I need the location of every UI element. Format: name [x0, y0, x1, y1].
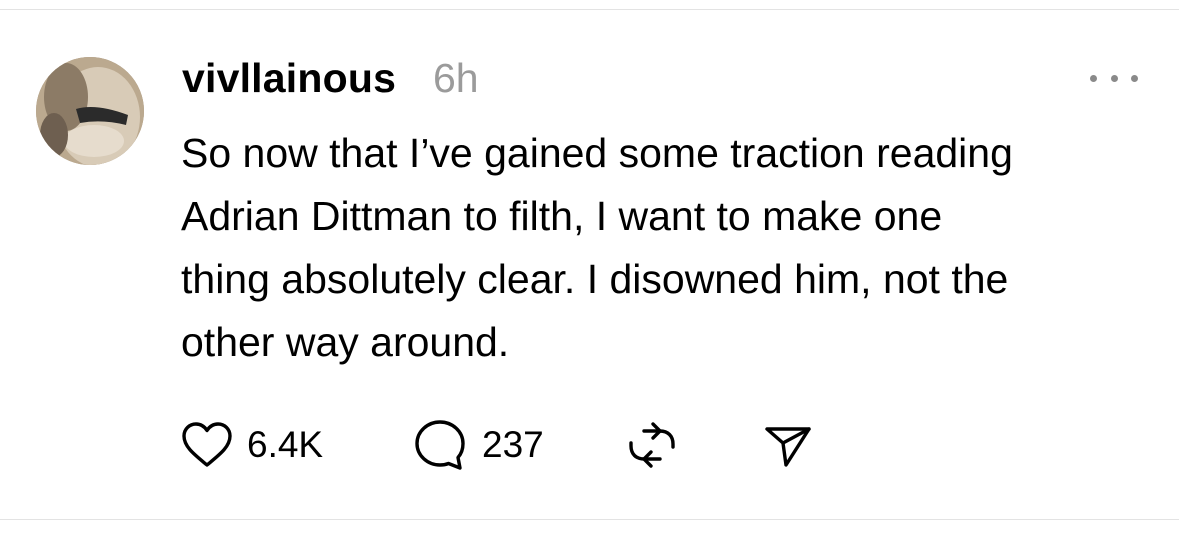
more-options-button[interactable]	[1090, 68, 1138, 88]
avatar[interactable]	[36, 57, 144, 165]
post-text: So now that I’ve gained some traction re…	[181, 122, 1141, 374]
username[interactable]: vivllainous	[182, 54, 396, 102]
like-button[interactable]: 6.4K	[181, 415, 323, 475]
bottom-divider	[0, 519, 1179, 520]
more-dot	[1131, 74, 1138, 82]
post-text-line: So now that I’ve gained some traction re…	[181, 130, 1013, 176]
post-text-line: thing absolutely clear. I disowned him, …	[181, 256, 1009, 302]
post-text-line: other way around.	[181, 319, 510, 365]
more-dot	[1110, 74, 1118, 82]
timestamp: 6h	[433, 55, 479, 101]
heart-icon	[182, 422, 232, 467]
top-divider	[0, 9, 1179, 10]
repost-button[interactable]	[622, 415, 682, 475]
like-count: 6.4K	[247, 424, 324, 465]
more-dots-icon	[1090, 74, 1097, 82]
send-icon	[765, 427, 811, 467]
comment-button[interactable]: 237	[412, 415, 544, 475]
post-text-line: Adrian Dittman to filth, I want to make …	[181, 193, 943, 239]
comment-bubble-icon	[415, 420, 465, 470]
comment-count: 237	[482, 424, 544, 465]
share-button[interactable]	[762, 415, 814, 475]
avatar-photo	[36, 57, 144, 165]
repost-icon	[629, 422, 675, 468]
